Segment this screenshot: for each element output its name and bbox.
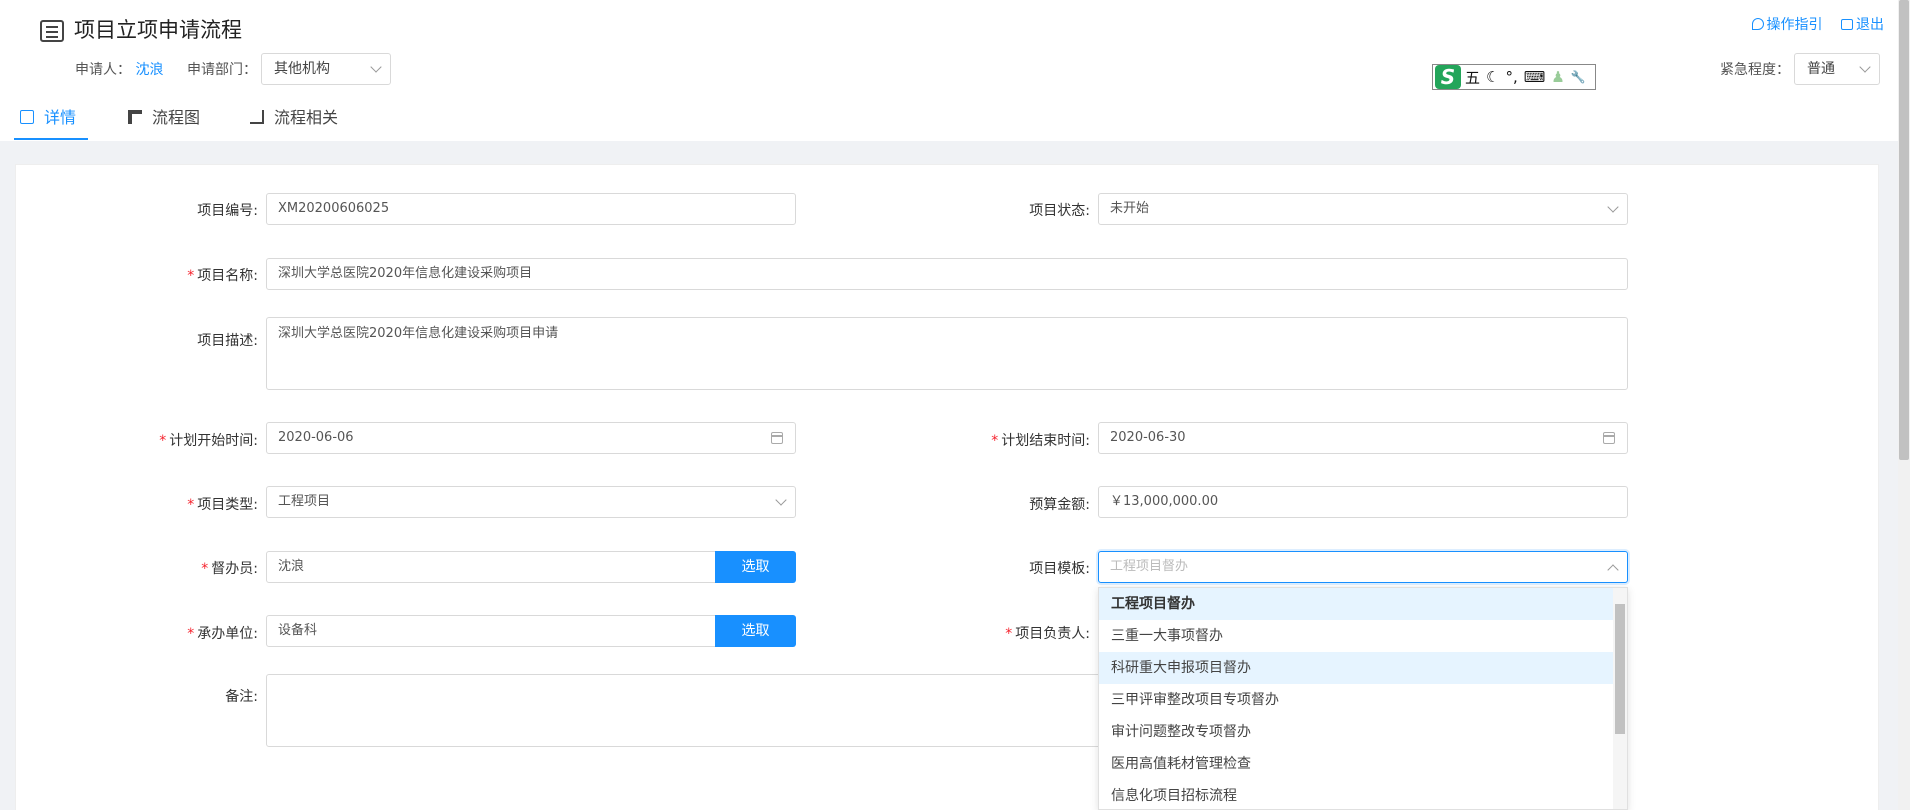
template-dropdown: 工程项目督办 三重一大事项督办 科研重大申报项目督办 三甲评审整改项目专项督办 … bbox=[1098, 587, 1628, 810]
applicant-label: 申请人： bbox=[75, 62, 131, 78]
applicant-name[interactable]: 沈浪 bbox=[135, 62, 163, 78]
exit-link[interactable]: 退出 bbox=[1841, 17, 1884, 33]
top-links: 操作指引 退出 bbox=[1738, 14, 1884, 34]
undertaker-label: * 承办单位: bbox=[187, 626, 258, 642]
dropdown-scroll-thumb[interactable] bbox=[1615, 604, 1625, 734]
dropdown-option[interactable]: 医用高值耗材管理检查 bbox=[1099, 748, 1627, 780]
project-status-value: 未开始 bbox=[1110, 201, 1150, 216]
project-type-value: 工程项目 bbox=[278, 494, 331, 509]
page-header: 项目立项申请流程 申请人： 沈浪 申请部门： 其他机构 操作指引 退出 S 五 … bbox=[0, 0, 1910, 141]
project-status-select[interactable]: 未开始 bbox=[1098, 193, 1628, 225]
dept-select[interactable]: 其他机构 bbox=[261, 53, 391, 85]
chevron-down-icon bbox=[1859, 61, 1871, 73]
start-date-value: 2020-06-06 bbox=[278, 430, 354, 445]
dropdown-option[interactable]: 审计问题整改专项督办 bbox=[1099, 716, 1627, 748]
urgency-select[interactable]: 普通 bbox=[1794, 53, 1880, 85]
dept-label: 申请部门： bbox=[187, 62, 257, 78]
page-scrollbar[interactable] bbox=[1898, 0, 1910, 810]
keyboard-icon[interactable]: ⌨ bbox=[1524, 68, 1546, 86]
dept-value: 其他机构 bbox=[274, 61, 330, 77]
start-date-picker[interactable]: 2020-06-06 bbox=[266, 422, 796, 454]
calendar-icon bbox=[771, 432, 783, 444]
project-status-label: 项目状态: bbox=[1029, 203, 1090, 219]
undertaker-field[interactable]: 设备科 bbox=[266, 615, 716, 647]
tab-details[interactable]: 详情 bbox=[14, 104, 88, 140]
project-no-label: 项目编号: bbox=[197, 203, 258, 219]
required-mark: * bbox=[201, 561, 209, 577]
page-title: 项目立项申请流程 bbox=[74, 18, 242, 42]
template-label: 项目模板: bbox=[1029, 561, 1090, 577]
remark-label: 备注: bbox=[225, 689, 258, 705]
undertaker-select-button[interactable]: 选取 bbox=[715, 615, 796, 647]
crop-icon bbox=[250, 110, 264, 124]
guide-link[interactable]: 操作指引 bbox=[1751, 17, 1823, 33]
template-placeholder: 工程项目督办 bbox=[1110, 559, 1189, 574]
project-desc-textarea[interactable]: 深圳大学总医院2020年信息化建设采购项目申请 bbox=[266, 317, 1628, 390]
document-icon bbox=[20, 110, 34, 124]
lightbulb-icon bbox=[1751, 18, 1764, 30]
end-date-value: 2020-06-30 bbox=[1110, 430, 1186, 445]
end-date-label: * 计划结束时间: bbox=[991, 433, 1090, 449]
chevron-down-icon bbox=[1607, 201, 1619, 213]
required-mark: * bbox=[187, 497, 195, 513]
project-name-label: * 项目名称: bbox=[187, 268, 258, 284]
chevron-up-icon bbox=[1607, 564, 1619, 576]
punctuation-icon[interactable]: °, bbox=[1505, 68, 1517, 86]
required-mark: * bbox=[159, 433, 167, 449]
leader-label: * 项目负责人: bbox=[1005, 626, 1090, 642]
dropdown-option[interactable]: 科研重大申报项目督办 bbox=[1099, 652, 1627, 684]
budget-field[interactable]: ￥13,000,000.00 bbox=[1098, 486, 1628, 518]
exit-icon bbox=[1841, 19, 1853, 30]
required-mark: * bbox=[187, 268, 195, 284]
chevron-down-icon bbox=[775, 494, 787, 506]
dropdown-scrollbar[interactable] bbox=[1613, 588, 1627, 809]
required-mark: * bbox=[991, 433, 999, 449]
project-no-field[interactable]: XM20200606025 bbox=[266, 193, 796, 225]
required-mark: * bbox=[1005, 626, 1013, 642]
calendar-icon bbox=[1603, 432, 1615, 444]
tab-flowchart[interactable]: 流程图 bbox=[128, 104, 200, 140]
project-name-field[interactable]: 深圳大学总医院2020年信息化建设采购项目 bbox=[266, 258, 1628, 290]
list-icon bbox=[40, 20, 64, 42]
moon-icon[interactable]: ☾ bbox=[1486, 68, 1499, 86]
supervisor-label: * 督办员: bbox=[201, 561, 258, 577]
project-type-label: * 项目类型: bbox=[187, 497, 258, 513]
flowchart-icon bbox=[128, 110, 142, 124]
user-icon[interactable]: ♟ bbox=[1551, 68, 1564, 86]
dropdown-option[interactable]: 信息化项目招标流程 bbox=[1099, 780, 1627, 809]
start-date-label: * 计划开始时间: bbox=[159, 433, 258, 449]
applicant-meta: 申请人： 沈浪 bbox=[75, 59, 163, 79]
supervisor-select-button[interactable]: 选取 bbox=[715, 551, 796, 583]
chevron-down-icon bbox=[370, 61, 382, 73]
sogou-logo-icon: S bbox=[1435, 65, 1461, 89]
dropdown-option[interactable]: 三重一大事项督办 bbox=[1099, 620, 1627, 652]
dropdown-option[interactable]: 三甲评审整改项目专项督办 bbox=[1099, 684, 1627, 716]
template-select[interactable]: 工程项目督办 bbox=[1098, 551, 1628, 583]
ime-mode[interactable]: 五 bbox=[1465, 67, 1480, 88]
urgency-value: 普通 bbox=[1807, 61, 1835, 77]
required-mark: * bbox=[187, 626, 195, 642]
supervisor-field[interactable]: 沈浪 bbox=[266, 551, 716, 583]
project-desc-label: 项目描述: bbox=[197, 333, 258, 349]
end-date-picker[interactable]: 2020-06-30 bbox=[1098, 422, 1628, 454]
page-scroll-thumb[interactable] bbox=[1899, 0, 1909, 460]
dropdown-option[interactable]: 工程项目督办 bbox=[1099, 588, 1627, 620]
project-type-select[interactable]: 工程项目 bbox=[266, 486, 796, 518]
ime-toolbar[interactable]: S 五 ☾ °, ⌨ ♟ 🔧 bbox=[1432, 64, 1596, 90]
urgency-label: 紧急程度： bbox=[1720, 62, 1790, 78]
budget-label: 预算金额: bbox=[1029, 497, 1090, 513]
wrench-icon[interactable]: 🔧 bbox=[1571, 70, 1586, 84]
tab-related[interactable]: 流程相关 bbox=[250, 104, 338, 140]
